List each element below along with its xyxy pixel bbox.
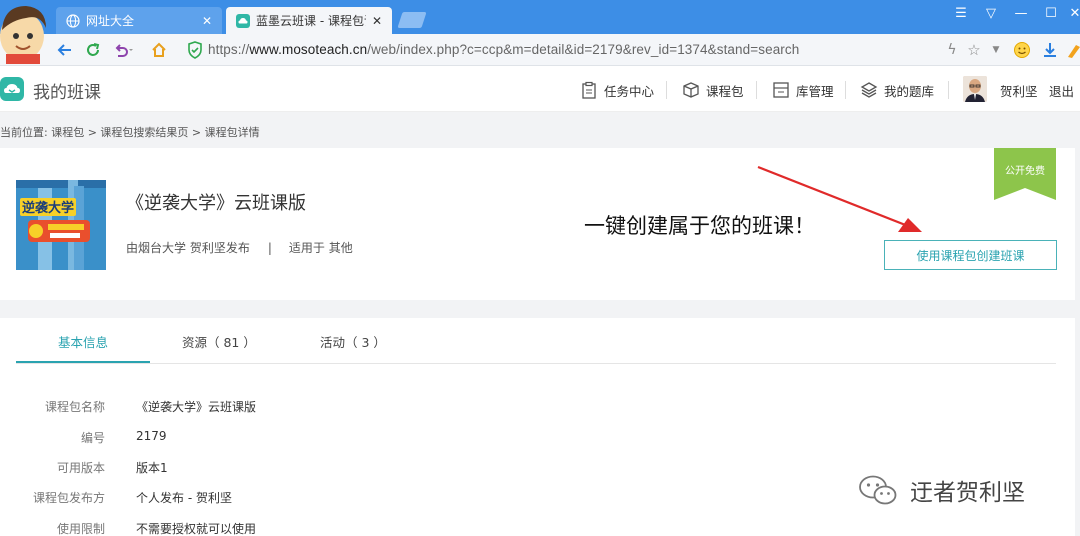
breadcrumb: 当前位置: 课程包 > 课程包搜索结果页 > 课程包详情: [0, 126, 260, 139]
smiley-icon[interactable]: [1012, 40, 1032, 60]
info-value: 《逆袭大学》云班课版: [136, 400, 257, 414]
browser-tab-strip: 网址大全 ✕ 蓝墨云班课 - 课程包详情 ✕ ☰ ▽ — ☐ ✕: [0, 0, 1080, 34]
watermark: 迂者贺利坚: [858, 473, 1025, 507]
info-value: 2179: [136, 429, 167, 443]
course-publisher: 由烟台大学 贺利坚发布: [126, 241, 250, 255]
undo-icon[interactable]: [112, 39, 134, 61]
create-class-button[interactable]: 使用课程包创建班课: [884, 240, 1057, 270]
course-meta: 由烟台大学 贺利坚发布 | 适用于 其他: [126, 239, 353, 256]
callout-annotation: 一键创建属于您的班课！: [584, 214, 815, 238]
nav-divider: [845, 81, 846, 99]
url-host: www.mosoteach.cn: [249, 42, 368, 57]
box-icon: [683, 82, 699, 98]
nav-label: 我的题库: [884, 83, 935, 99]
course-card: 逆袭大学 《逆袭大学》云班课版 由烟台大学 贺利坚发布 | 适用于 其他 一键创建属…: [0, 148, 1075, 300]
tab-resources[interactable]: 资源（ 81 ）: [182, 332, 256, 351]
info-value: 版本1: [136, 461, 168, 475]
cloud-logo-icon[interactable]: [0, 77, 24, 101]
course-cover-image: 逆袭大学: [16, 180, 106, 270]
nav-course-package[interactable]: 课程包: [682, 79, 744, 101]
nav-task-center[interactable]: 任务中心: [580, 79, 654, 101]
cloud-logo-icon: [236, 13, 250, 28]
clipboard-icon: [582, 81, 596, 99]
info-value: 个人发布 - 贺利坚: [136, 491, 232, 505]
secure-shield-icon: [184, 39, 206, 61]
site-header: 我的班课 任务中心 课程包 库管理 我的题库 贺利坚 退出: [0, 66, 1080, 112]
new-tab-button[interactable]: [397, 12, 427, 28]
nav-divider: [948, 81, 949, 99]
skin-icon[interactable]: ▽: [980, 6, 1002, 21]
chevron-down-icon[interactable]: ▼: [986, 40, 1006, 60]
close-window-icon[interactable]: ✕: [1064, 6, 1080, 21]
nav-label: 任务中心: [604, 83, 655, 99]
course-title: 《逆袭大学》云班课版: [126, 193, 306, 214]
site-title[interactable]: 我的班课: [33, 78, 101, 103]
address-bar[interactable]: https://www.mosoteach.cn/web/index.php?c…: [208, 42, 799, 57]
meta-separator: |: [267, 241, 272, 255]
lightning-icon[interactable]: ϟ: [942, 40, 962, 60]
browser-tab-1[interactable]: 网址大全 ✕: [56, 7, 222, 34]
info-label: 编号: [80, 431, 105, 445]
logout-link[interactable]: 退出: [1049, 81, 1074, 100]
info-value: 不需要授权就可以使用: [136, 522, 257, 536]
star-icon[interactable]: ☆: [964, 40, 984, 60]
home-icon[interactable]: [148, 39, 170, 61]
close-tab-icon[interactable]: ✕: [372, 14, 382, 28]
wechat-icon: [859, 475, 897, 505]
nav-library-management[interactable]: 库管理: [772, 79, 834, 101]
minimize-icon[interactable]: —: [1010, 6, 1032, 21]
ribbon-label: 公开免费: [1005, 166, 1045, 177]
info-row: 使用限制 不需要授权就可以使用: [0, 520, 600, 536]
globe-icon: [66, 13, 80, 28]
info-row: 可用版本 版本1: [0, 459, 600, 479]
library-icon: [773, 82, 789, 98]
nav-divider: [666, 81, 667, 99]
tab-basic-info[interactable]: 基本信息: [58, 332, 108, 351]
browser-tab-2[interactable]: 蓝墨云班课 - 课程包详情 ✕: [226, 7, 392, 34]
tab-activities[interactable]: 活动（ 3 ）: [320, 332, 386, 351]
browser-tab-title: 网址大全: [86, 14, 135, 28]
username[interactable]: 贺利坚: [1000, 81, 1038, 100]
browser-toolbar: https://www.mosoteach.cn/web/index.php?c…: [0, 34, 1080, 66]
info-row: 课程包发布方 个人发布 - 贺利坚: [0, 489, 600, 509]
detail-tabs: 基本信息 资源（ 81 ） 活动（ 3 ）: [16, 318, 1056, 364]
layers-icon: [860, 82, 878, 98]
avatar[interactable]: [963, 76, 987, 102]
watermark-text: 迂者贺利坚: [910, 480, 1025, 506]
nav-label: 课程包: [706, 83, 744, 99]
info-row: 课程包名称 《逆袭大学》云班课版: [0, 398, 600, 418]
back-icon[interactable]: [54, 39, 76, 61]
nav-label: 库管理: [796, 83, 834, 99]
extension-icon[interactable]: [1064, 40, 1080, 60]
active-tab-indicator: [16, 361, 150, 363]
url-prefix: https://: [208, 42, 250, 57]
browser-mascot-icon[interactable]: [0, 0, 54, 64]
info-label: 课程包发布方: [32, 491, 105, 505]
refresh-icon[interactable]: [82, 39, 104, 61]
info-label: 课程包名称: [44, 400, 105, 414]
maximize-icon[interactable]: ☐: [1040, 6, 1062, 21]
url-path: /web/index.php?c=ccp&m=detail&id=2179&re…: [367, 42, 800, 57]
info-row: 编号 2179: [0, 429, 600, 449]
info-label: 可用版本: [56, 461, 105, 475]
nav-question-bank[interactable]: 我的题库: [860, 79, 934, 101]
course-applicable: 适用于 其他: [288, 241, 353, 255]
info-label: 使用限制: [56, 522, 105, 536]
download-icon[interactable]: [1040, 40, 1060, 60]
browser-tab-title: 蓝墨云班课 - 课程包详情: [256, 14, 366, 28]
close-tab-icon[interactable]: ✕: [202, 14, 212, 28]
cover-title-text: 逆袭大学: [22, 200, 74, 216]
menu-icon[interactable]: ☰: [950, 6, 972, 21]
nav-divider: [756, 81, 757, 99]
